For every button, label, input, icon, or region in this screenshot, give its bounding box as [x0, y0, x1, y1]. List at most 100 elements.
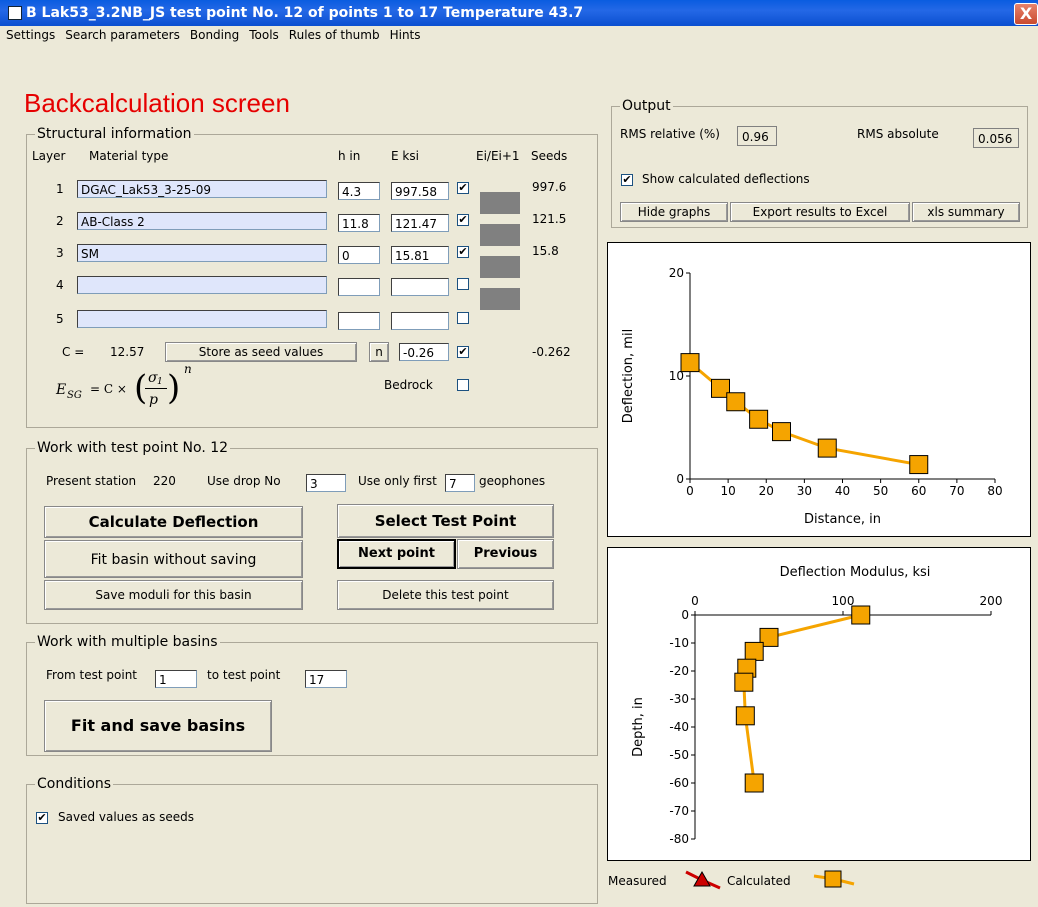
seed-value: 997.6 — [532, 180, 567, 194]
y-tick-label: -80 — [669, 832, 689, 846]
modulus-field[interactable]: 121.47 — [391, 214, 449, 232]
save-moduli-button[interactable]: Save moduli for this basin — [44, 580, 303, 610]
n-button[interactable]: n — [369, 342, 389, 362]
ratio-indicator — [480, 224, 520, 246]
header-material: Material type — [89, 149, 169, 163]
layer-checkbox[interactable] — [457, 278, 469, 290]
xls-summary-button[interactable]: xls summary — [912, 202, 1020, 222]
deflection-point — [726, 392, 746, 412]
modulus-field[interactable]: 15.81 — [391, 246, 449, 264]
geophones-label: geophones — [479, 474, 546, 488]
layer-checkbox[interactable]: ✔ — [457, 214, 469, 226]
y-tick-label: -30 — [669, 692, 689, 706]
fit-save-basins-button[interactable]: Fit and save basins — [44, 700, 272, 752]
ratio-indicator — [480, 256, 520, 278]
seed-value: 15.8 — [532, 244, 559, 258]
show-deflections-checkbox[interactable]: ✔ — [621, 174, 633, 186]
layer-number: 2 — [56, 214, 64, 228]
thickness-field[interactable] — [338, 312, 380, 330]
thickness-field[interactable]: 4.3 — [338, 182, 380, 200]
saved-seeds-checkbox[interactable]: ✔ — [36, 812, 48, 824]
x-axis-label: Distance, in — [804, 512, 881, 527]
thickness-field[interactable] — [338, 278, 380, 296]
n-value-field[interactable]: -0.26 — [399, 343, 449, 361]
modulus-field[interactable] — [391, 278, 449, 296]
material-field[interactable] — [77, 310, 327, 328]
x-tick-label: 40 — [835, 484, 850, 498]
y-tick-label: 0 — [676, 472, 684, 486]
delete-test-point-button[interactable]: Delete this test point — [337, 580, 554, 610]
modulus-chart-panel: Deflection Modulus, ksi 0 100 200 0 -10 -20 -30… — [607, 547, 1031, 861]
calculate-deflection-button[interactable]: Calculate Deflection — [44, 506, 303, 538]
y-tick-label: -70 — [669, 804, 689, 818]
x-tick-label: 10 — [720, 484, 735, 498]
close-button[interactable]: X — [1014, 3, 1038, 25]
deflection-point — [772, 422, 791, 442]
to-label: to test point — [207, 668, 281, 682]
material-field[interactable]: DGAC_Lak53_3-25-09 — [77, 180, 327, 198]
saved-seeds-label: Saved values as seeds — [58, 810, 195, 824]
layer-checkbox[interactable]: ✔ — [457, 246, 469, 258]
menu-search-parameters[interactable]: Search parameters — [65, 26, 180, 44]
bedrock-checkbox[interactable] — [457, 379, 469, 391]
y-tick-label: -40 — [669, 720, 689, 734]
material-field[interactable]: AB-Class 2 — [77, 212, 327, 230]
deflection-point — [909, 455, 929, 475]
n-checkbox[interactable]: ✔ — [457, 346, 469, 358]
to-field[interactable]: 17 — [305, 670, 347, 688]
n-seed: -0.262 — [532, 345, 571, 359]
y-axis-label: Deflection, mil — [621, 329, 636, 423]
y-tick-label: -20 — [669, 664, 689, 678]
menu-tools[interactable]: Tools — [249, 26, 279, 44]
formula-lhs: E — [56, 382, 67, 398]
x-tick-label: 70 — [949, 484, 964, 498]
export-excel-button[interactable]: Export results to Excel — [730, 202, 910, 222]
material-field[interactable] — [77, 276, 327, 294]
modulus-field[interactable] — [391, 312, 449, 330]
from-label: From test point — [46, 668, 138, 682]
window-title: B Lak53_3.2NB_JS test point No. 12 of po… — [26, 5, 584, 21]
drop-label: Use drop No — [207, 474, 281, 488]
x-tick-label: 60 — [911, 484, 926, 498]
menu-hints[interactable]: Hints — [390, 26, 421, 44]
from-field[interactable]: 1 — [155, 670, 197, 688]
material-field[interactable]: SM — [77, 244, 327, 262]
bedrock-label: Bedrock — [384, 378, 433, 392]
hide-graphs-button[interactable]: Hide graphs — [620, 202, 728, 222]
thickness-field[interactable]: 0 — [338, 246, 380, 264]
structural-legend: Structural information — [37, 126, 192, 142]
layer-number: 4 — [56, 278, 64, 292]
x-tick-label: 100 — [832, 594, 855, 608]
menu-bar: Settings Search parameters Bonding Tools Rul… — [0, 26, 1038, 44]
app-icon[interactable] — [8, 6, 22, 20]
modulus-field[interactable]: 997.58 — [391, 182, 449, 200]
thickness-field[interactable]: 11.8 — [338, 214, 380, 232]
first-field[interactable]: 7 — [445, 474, 475, 492]
c-label: C = — [62, 345, 85, 359]
drop-field[interactable]: 3 — [306, 474, 346, 492]
x-tick-label: 0 — [686, 484, 694, 498]
x-tick-label: 20 — [759, 484, 774, 498]
rms-relative-value: 0.96 — [737, 126, 777, 146]
x-tick-label: 0 — [691, 594, 699, 608]
y-tick-label: -10 — [669, 636, 689, 650]
formula-bar — [145, 388, 167, 389]
select-test-point-button[interactable]: Select Test Point — [337, 504, 554, 538]
deflection-point — [680, 353, 700, 373]
layer-checkbox[interactable] — [457, 312, 469, 324]
present-station-value: 220 — [153, 474, 176, 488]
menu-bonding[interactable]: Bonding — [190, 26, 239, 44]
fit-basin-button[interactable]: Fit basin without saving — [44, 540, 303, 578]
header-seeds: Seeds — [531, 149, 568, 163]
calculated-deflection-line — [689, 361, 920, 467]
menu-rules-of-thumb[interactable]: Rules of thumb — [289, 26, 380, 44]
store-seed-button[interactable]: Store as seed values — [165, 342, 357, 362]
x-tick-label: 80 — [987, 484, 1002, 498]
next-point-button[interactable]: Next point — [337, 539, 456, 569]
previous-button[interactable]: Previous — [457, 539, 554, 569]
y-tick-label: 0 — [681, 608, 689, 622]
subgrade-formula: E SG = C × ( σ 1 p ) n — [56, 362, 206, 416]
layer-checkbox[interactable]: ✔ — [457, 182, 469, 194]
first-label: Use only first — [358, 474, 437, 488]
menu-settings[interactable]: Settings — [6, 26, 55, 44]
